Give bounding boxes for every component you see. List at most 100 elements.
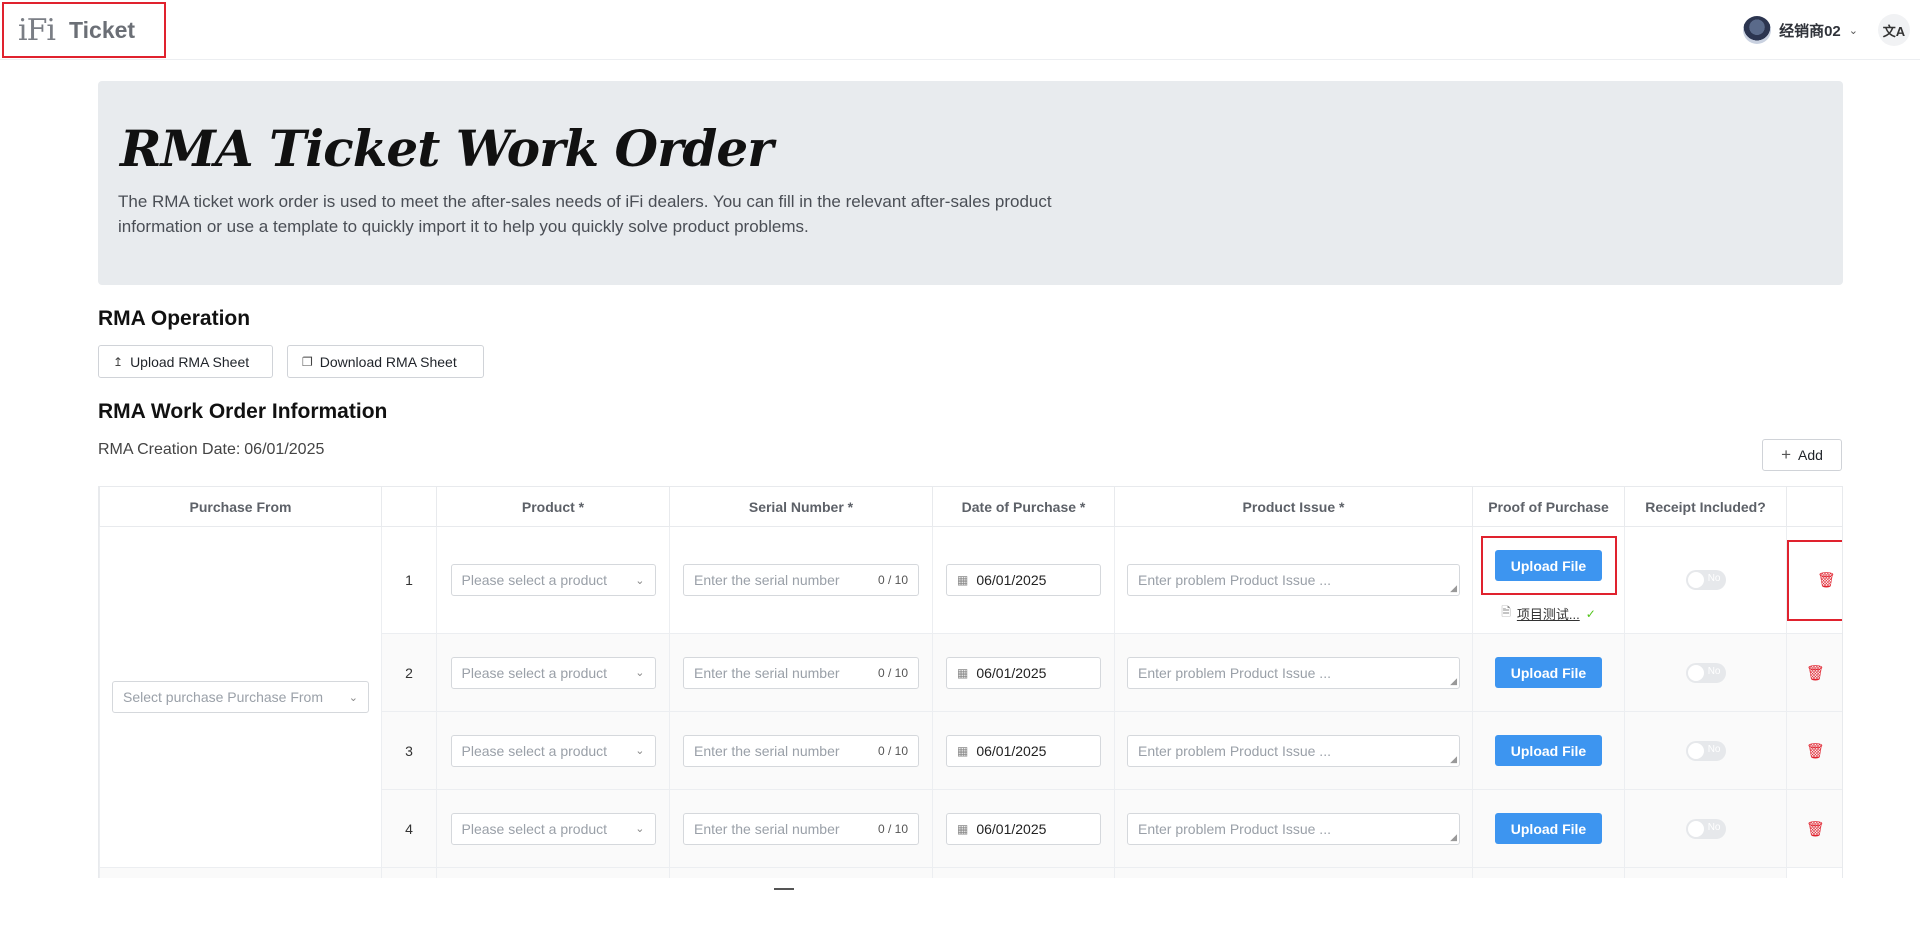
work-order-heading: RMA Work Order Information xyxy=(98,400,388,423)
file-icon: 🗎 xyxy=(1501,605,1511,619)
upload-file-button[interactable]: Upload File xyxy=(1495,657,1602,688)
download-rma-sheet-button[interactable]: ❐ Download RMA Sheet xyxy=(287,345,484,378)
resize-grip-icon[interactable]: ◢ xyxy=(1450,676,1457,687)
rma-table: Purchase From Product * Serial Number * … xyxy=(98,486,1843,878)
product-placeholder: Please select a product xyxy=(461,820,608,837)
row-index: 1 xyxy=(381,526,437,634)
col-purchase-from: Purchase From xyxy=(99,486,382,527)
serial-placeholder: Enter the serial number xyxy=(694,572,840,588)
col-product: Product * xyxy=(436,486,670,527)
product-placeholder: Please select a product xyxy=(461,742,608,759)
uploaded-file-name[interactable]: 项目测试... xyxy=(1517,604,1580,623)
product-select[interactable]: Please select a product ⌄ xyxy=(450,734,656,767)
uploaded-file[interactable]: 🗎 项目测试... ✓ xyxy=(1473,603,1624,624)
toggle-knob xyxy=(1687,664,1704,681)
serial-placeholder: Enter the serial number xyxy=(694,820,840,837)
receipt-toggle[interactable]: No xyxy=(1685,740,1726,761)
serial-number-input[interactable]: Enter the serial number 0 / 10 xyxy=(683,734,919,767)
purchase-date-value: 06/01/2025 xyxy=(976,820,1047,837)
scroll-indicator[interactable] xyxy=(774,888,794,890)
product-placeholder: Please select a product xyxy=(461,572,608,588)
creation-date-value: 06/01/2025 xyxy=(244,441,325,458)
upload-rma-sheet-button[interactable]: ↥ Upload RMA Sheet xyxy=(98,345,273,378)
row-index: 4 xyxy=(381,789,437,868)
product-issue-textarea[interactable]: Enter problem Product Issue ... ◢ xyxy=(1127,812,1460,845)
upload-file-button[interactable]: Upload File xyxy=(1495,813,1602,844)
serial-number-input[interactable]: Enter the serial number 0 / 10 xyxy=(683,564,919,596)
username: 经销商02 xyxy=(1779,22,1841,40)
upload-file-button[interactable]: Upload File xyxy=(1495,550,1602,581)
serial-placeholder: Enter the serial number xyxy=(694,664,840,681)
serial-char-count: 0 / 10 xyxy=(877,665,908,680)
chevron-down-icon: ⌄ xyxy=(635,823,645,835)
chevron-down-icon: ⌄ xyxy=(348,691,358,704)
chevron-down-icon: ⌄ xyxy=(635,745,645,757)
trash-icon[interactable]: 🗑 xyxy=(1817,571,1836,589)
upload-icon: ↥ xyxy=(113,354,124,369)
receipt-toggle[interactable]: No xyxy=(1685,570,1726,590)
purchase-from-select[interactable]: Select purchase Purchase From ⌄ xyxy=(112,681,369,713)
plus-icon: + xyxy=(1781,445,1791,464)
resize-grip-icon[interactable]: ◢ xyxy=(1450,832,1457,843)
product-select[interactable]: Please select a product ⌄ xyxy=(450,564,656,596)
trash-icon[interactable]: 🗑 xyxy=(1806,665,1825,682)
table-row: Select purchase Purchase From ⌄ 1 Please… xyxy=(99,526,1842,868)
calendar-icon: ▦ xyxy=(957,665,969,680)
col-actions xyxy=(1786,486,1842,527)
product-issue-textarea[interactable]: Enter problem Product Issue ... ◢ xyxy=(1127,656,1460,689)
chevron-down-icon: ⌄ xyxy=(1848,24,1858,37)
toggle-knob xyxy=(1687,742,1704,759)
purchase-date-picker[interactable]: ▦ 06/01/2025 xyxy=(946,812,1101,845)
add-label: Add xyxy=(1798,447,1823,463)
trash-icon[interactable]: 🗑 xyxy=(1806,821,1825,838)
purchase-from-cell: Select purchase Purchase From ⌄ xyxy=(99,526,382,868)
calendar-icon: ▦ xyxy=(957,743,969,758)
issue-placeholder: Enter problem Product Issue ... xyxy=(1138,572,1331,588)
delete-highlight: 🗑 xyxy=(1787,539,1842,621)
upload-rma-sheet-label: Upload RMA Sheet xyxy=(130,353,250,370)
page-description: The RMA ticket work order is used to mee… xyxy=(118,192,1052,236)
col-serial-number: Serial Number * xyxy=(669,486,933,527)
user-menu[interactable]: 经销商02 ⌄ xyxy=(1743,16,1858,44)
upload-file-button[interactable]: Upload File xyxy=(1495,735,1602,766)
resize-grip-icon[interactable]: ◢ xyxy=(1450,583,1457,594)
receipt-toggle-label: No xyxy=(1707,821,1721,833)
hero-banner: RMA Ticket Work Order The RMA ticket wor… xyxy=(98,81,1843,285)
product-select[interactable]: Please select a product ⌄ xyxy=(450,656,656,689)
receipt-toggle-label: No xyxy=(1707,573,1721,584)
ifi-logo: iFi xyxy=(18,12,56,48)
resize-grip-icon[interactable]: ◢ xyxy=(1450,754,1457,765)
purchase-date-picker[interactable]: ▦ 06/01/2025 xyxy=(946,734,1101,767)
purchase-date-picker[interactable]: ▦ 06/01/2025 xyxy=(946,564,1101,596)
check-circle-icon: ✓ xyxy=(1585,606,1596,621)
col-proof-of-purchase: Proof of Purchase xyxy=(1472,486,1625,527)
purchase-date-value: 06/01/2025 xyxy=(976,664,1047,681)
top-bar: iFi Ticket 经销商02 ⌄ 文A xyxy=(0,0,1920,60)
download-rma-sheet-label: Download RMA Sheet xyxy=(319,353,457,370)
product-issue-textarea[interactable]: Enter problem Product Issue ... ◢ xyxy=(1127,564,1460,596)
brand-home-link[interactable]: iFi Ticket xyxy=(2,2,166,58)
serial-number-input[interactable]: Enter the serial number 0 / 10 xyxy=(683,656,919,689)
table-header-row: Purchase From Product * Serial Number * … xyxy=(99,486,1842,527)
serial-number-input[interactable]: Enter the serial number 0 / 10 xyxy=(683,812,919,845)
row-index: 2 xyxy=(381,633,437,712)
purchase-date-picker[interactable]: ▦ 06/01/2025 xyxy=(946,656,1101,689)
receipt-toggle-label: No xyxy=(1707,743,1721,755)
product-issue-textarea[interactable]: Enter problem Product Issue ... ◢ xyxy=(1127,734,1460,767)
serial-char-count: 0 / 10 xyxy=(877,743,908,758)
creation-date-label: RMA Creation Date: xyxy=(98,441,241,458)
purchase-date-value: 06/01/2025 xyxy=(976,572,1047,588)
add-row-button[interactable]: + Add xyxy=(1762,439,1842,471)
issue-placeholder: Enter problem Product Issue ... xyxy=(1138,820,1331,837)
col-receipt-included: Receipt Included? xyxy=(1624,486,1787,527)
app-title: Ticket xyxy=(69,16,136,43)
product-placeholder: Please select a product xyxy=(461,664,608,681)
translate-icon[interactable]: 文A xyxy=(1878,14,1910,46)
product-select[interactable]: Please select a product ⌄ xyxy=(450,812,656,845)
receipt-toggle[interactable]: No xyxy=(1685,662,1726,683)
issue-placeholder: Enter problem Product Issue ... xyxy=(1138,742,1331,759)
purchase-date-value: 06/01/2025 xyxy=(976,742,1047,759)
trash-icon[interactable]: 🗑 xyxy=(1806,743,1825,760)
receipt-toggle[interactable]: No xyxy=(1685,818,1726,839)
copy-icon: ❐ xyxy=(302,354,313,369)
